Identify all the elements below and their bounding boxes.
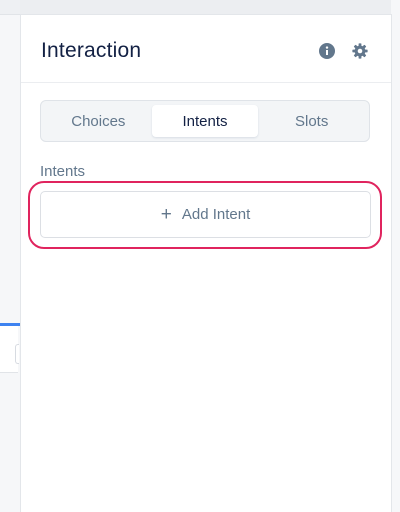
right-gutter [391,0,400,512]
panel-title: Interaction [41,39,142,62]
block-port[interactable] [15,344,19,364]
tab-bar: Choices Intents Slots [40,100,370,142]
gear-icon[interactable] [352,43,368,59]
tab-choices[interactable]: Choices [45,105,152,137]
tab-intents[interactable]: Intents [151,105,259,137]
tab-slots[interactable]: Slots [258,105,365,137]
canvas-toolbar-edge [0,0,20,15]
add-intent-label: Add Intent [181,206,251,223]
intents-section-label: Intents [40,163,86,180]
canvas-area [0,0,20,512]
interaction-panel: Interaction Choices Intents Slots Intent… [20,14,392,512]
plus-icon: + [160,204,172,225]
add-intent-button[interactable]: + Add Intent [40,191,371,238]
panel-header: Interaction [21,15,391,83]
info-icon[interactable] [319,43,335,59]
canvas-block[interactable] [0,326,19,373]
